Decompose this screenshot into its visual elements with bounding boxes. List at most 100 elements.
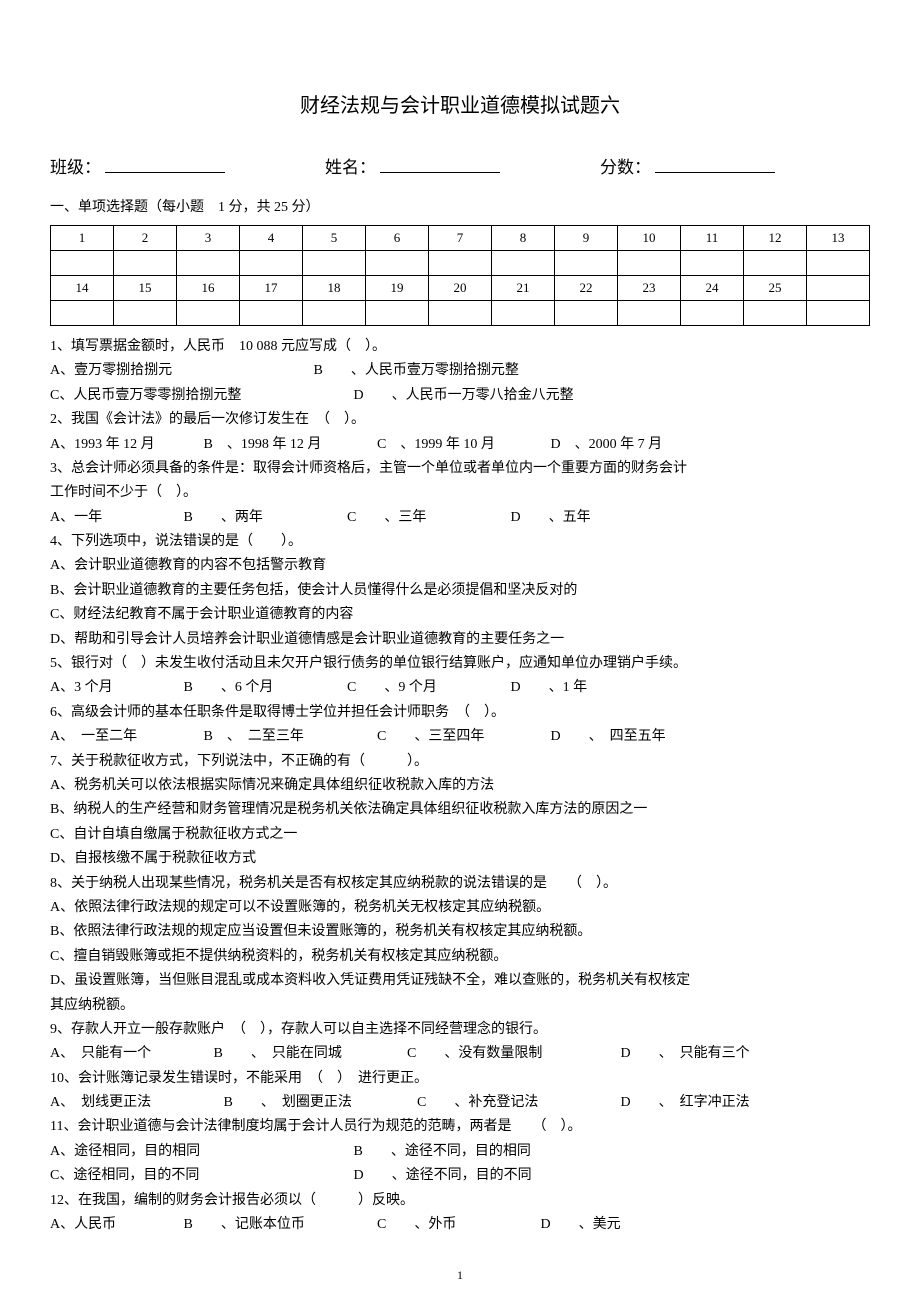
grid-blank[interactable]	[807, 300, 870, 325]
grid-blank[interactable]	[681, 250, 744, 275]
q10-opt-c: C 、补充登记法	[417, 1092, 617, 1114]
grid-cell: 21	[492, 275, 555, 300]
q12-stem: 12、在我国，编制的财务会计报告必须以（ ）反映。	[50, 1190, 870, 1212]
grid-cell: 18	[303, 275, 366, 300]
q11-opt-c: C、途径相同，目的不同	[50, 1165, 350, 1187]
grid-blank[interactable]	[429, 300, 492, 325]
grid-blank[interactable]	[429, 250, 492, 275]
q6-opt-d: D 、 四至五年	[551, 726, 666, 748]
grid-cell: 11	[681, 225, 744, 250]
grid-blank[interactable]	[618, 300, 681, 325]
exam-header: 班级： 姓名： 分数：	[50, 152, 870, 182]
q9-opt-b: B 、 只能在同城	[214, 1043, 404, 1065]
grid-blank[interactable]	[492, 300, 555, 325]
name-blank[interactable]	[380, 152, 500, 173]
q5-stem: 5、银行对（ ）未发生收付活动且未欠开户银行债务的单位银行结算账户，应通知单位办…	[50, 653, 870, 675]
q1-options-row2: C、人民币壹万零零捌拾捌元整 D 、人民币一万零八拾金八元整	[50, 385, 870, 407]
grid-blank[interactable]	[51, 250, 114, 275]
grid-blank[interactable]	[114, 250, 177, 275]
grid-blank[interactable]	[177, 300, 240, 325]
grid-cell: 20	[429, 275, 492, 300]
grid-blank[interactable]	[744, 300, 807, 325]
q12-opt-c: C 、外币	[377, 1214, 537, 1236]
grid-blank[interactable]	[303, 300, 366, 325]
q6-opt-a: A、 一至二年	[50, 726, 200, 748]
grid-blank[interactable]	[51, 300, 114, 325]
grid-cell: 5	[303, 225, 366, 250]
grid-blank[interactable]	[177, 250, 240, 275]
class-blank[interactable]	[105, 152, 225, 173]
q7-opt-d: D、自报核缴不属于税款征收方式	[50, 848, 870, 870]
grid-blank[interactable]	[744, 250, 807, 275]
q4-opt-a: A、会计职业道德教育的内容不包括警示教育	[50, 555, 870, 577]
score-label: 分数：	[600, 154, 651, 181]
q7-opt-b: B、纳税人的生产经营和财务管理情况是税务机关依法确定具体组织征收税款入库方法的原…	[50, 799, 870, 821]
grid-cell: 9	[555, 225, 618, 250]
q11-options-row2: C、途径相同，目的不同 D 、途径不同，目的不同	[50, 1165, 870, 1187]
q12-opt-b: B 、记账本位币	[184, 1214, 374, 1236]
q12-opt-a: A、人民币	[50, 1214, 180, 1236]
q10-opt-b: B 、 划圈更正法	[224, 1092, 414, 1114]
answer-grid-1: 1 2 3 4 5 6 7 8 9 10 11 12 13 14 15 16 1…	[50, 225, 870, 326]
section1-heading: 一、单项选择题（每小题 1 分，共 25 分）	[50, 197, 870, 219]
grid-blank[interactable]	[555, 300, 618, 325]
q9-stem: 9、存款人开立一般存款账户 （ ），存款人可以自主选择不同经营理念的银行。	[50, 1019, 870, 1041]
q11-opt-d: D 、途径不同，目的不同	[354, 1165, 532, 1187]
q8-opt-d-line2: 其应纳税额。	[50, 995, 870, 1017]
grid-blank[interactable]	[240, 250, 303, 275]
table-row	[51, 250, 870, 275]
q8-opt-c: C、擅自销毁账簿或拒不提供纳税资料的，税务机关有权核定其应纳税额。	[50, 946, 870, 968]
q1-opt-b: B 、人民币壹万零捌拾捌元整	[314, 360, 519, 382]
grid-cell: 10	[618, 225, 681, 250]
q3-opt-b: B 、两年	[184, 507, 344, 529]
score-blank[interactable]	[655, 152, 775, 173]
q11-opt-b: B 、途径不同，目的相同	[354, 1141, 531, 1163]
grid-cell: 17	[240, 275, 303, 300]
grid-cell: 3	[177, 225, 240, 250]
grid-blank[interactable]	[303, 250, 366, 275]
grid-cell: 8	[492, 225, 555, 250]
q5-opt-b: B 、6 个月	[184, 677, 344, 699]
q2-stem: 2、我国《会计法》的最后一次修订发生在 （ ）。	[50, 409, 870, 431]
q4-opt-d: D、帮助和引导会计人员培养会计职业道德情感是会计职业道德教育的主要任务之一	[50, 629, 870, 651]
grid-cell: 16	[177, 275, 240, 300]
class-label: 班级：	[50, 154, 101, 181]
q6-options: A、 一至二年 B 、 二至三年 C 、三至四年 D 、 四至五年	[50, 726, 870, 748]
grid-blank[interactable]	[555, 250, 618, 275]
q5-options: A、3 个月 B 、6 个月 C 、9 个月 D 、1 年	[50, 677, 870, 699]
grid-cell: 13	[807, 225, 870, 250]
q11-options-row1: A、途径相同，目的相同 B 、途径不同，目的相同	[50, 1141, 870, 1163]
q1-opt-a: A、壹万零捌拾捌元	[50, 360, 310, 382]
grid-cell: 14	[51, 275, 114, 300]
grid-blank[interactable]	[807, 250, 870, 275]
q1-stem: 1、填写票据金额时，人民币 10 088 元应写成（ ）。	[50, 336, 870, 358]
grid-blank[interactable]	[681, 300, 744, 325]
page-title: 财经法规与会计职业道德模拟试题六	[50, 90, 870, 122]
grid-blank[interactable]	[366, 250, 429, 275]
grid-cell: 19	[366, 275, 429, 300]
q8-stem: 8、关于纳税人出现某些情况，税务机关是否有权核定其应纳税款的说法错误的是 （ ）…	[50, 873, 870, 895]
q6-opt-b: B 、 二至三年	[204, 726, 374, 748]
grid-cell: 6	[366, 225, 429, 250]
grid-cell: 22	[555, 275, 618, 300]
table-row: 14 15 16 17 18 19 20 21 22 23 24 25	[51, 275, 870, 300]
q10-opt-a: A、 划线更正法	[50, 1092, 220, 1114]
q1-opt-c: C、人民币壹万零零捌拾捌元整	[50, 385, 350, 407]
grid-blank[interactable]	[114, 300, 177, 325]
q8-opt-b: B、依照法律行政法规的规定应当设置但未设置账簿的，税务机关有权核定其应纳税额。	[50, 921, 870, 943]
q3-opt-a: A、一年	[50, 507, 180, 529]
q6-stem: 6、高级会计师的基本任职条件是取得博士学位并担任会计师职务 （ ）。	[50, 702, 870, 724]
grid-blank[interactable]	[618, 250, 681, 275]
grid-cell: 1	[51, 225, 114, 250]
table-row: 1 2 3 4 5 6 7 8 9 10 11 12 13	[51, 225, 870, 250]
grid-blank[interactable]	[366, 300, 429, 325]
q5-opt-a: A、3 个月	[50, 677, 180, 699]
grid-blank[interactable]	[492, 250, 555, 275]
q3-opt-d: D 、五年	[511, 507, 591, 529]
q2-opt-b: B 、1998 年 12 月	[204, 434, 374, 456]
q10-stem: 10、会计账簿记录发生错误时，不能采用 （ ） 进行更正。	[50, 1068, 870, 1090]
q7-stem: 7、关于税款征收方式，下列说法中，不正确的有（ ）。	[50, 751, 870, 773]
q4-opt-c: C、财经法纪教育不属于会计职业道德教育的内容	[50, 604, 870, 626]
grid-blank[interactable]	[240, 300, 303, 325]
q9-opt-c: C 、没有数量限制	[407, 1043, 617, 1065]
